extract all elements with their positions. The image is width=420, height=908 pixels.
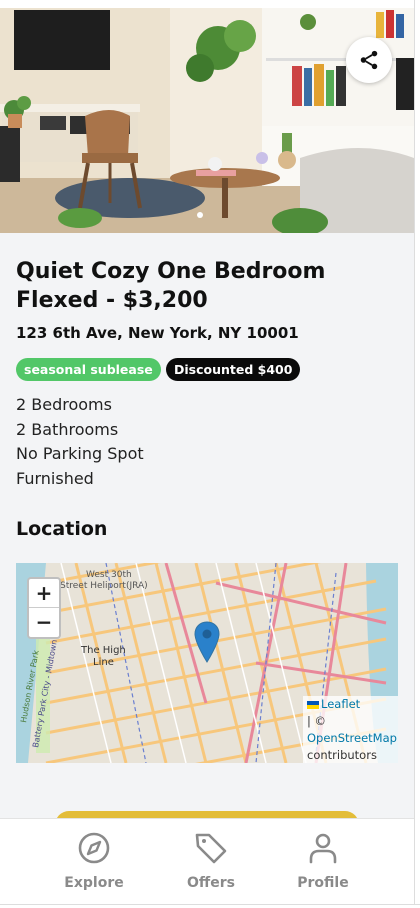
listing-address: 123 6th Ave, New York, NY 10001 — [16, 324, 299, 342]
share-icon — [360, 50, 378, 70]
app-screen: Quiet Cozy One Bedroom Flexed - $3,200 1… — [0, 0, 420, 908]
ukraine-flag-icon — [307, 700, 319, 709]
map-label-highline-1: The High — [80, 645, 126, 656]
feature-bedrooms: 2 Bedrooms — [16, 395, 112, 414]
nav-explore-label: Explore — [64, 875, 124, 891]
feature-parking: No Parking Spot — [16, 444, 144, 463]
attribution-separator: | © — [307, 714, 327, 728]
carousel-indicator[interactable] — [197, 212, 203, 218]
badge-seasonal-sublease: seasonal sublease — [16, 358, 161, 381]
map-label-west30: West 30th — [86, 570, 132, 580]
listing-title: Quiet Cozy One Bedroom Flexed - $3,200 — [16, 259, 326, 313]
listing-photo[interactable] — [0, 8, 414, 233]
attribution-contributors: contributors — [307, 748, 377, 762]
photo-illustration — [0, 8, 414, 233]
map-label-heliport: Street Heliport(JRA) — [60, 581, 148, 591]
top-edge — [0, 0, 420, 8]
leaflet-link[interactable]: Leaflet — [321, 697, 360, 711]
user-icon — [309, 833, 337, 864]
nav-offers-label: Offers — [187, 875, 235, 891]
feature-furnished: Furnished — [16, 468, 94, 488]
map-label-highline-2: Line — [93, 657, 114, 668]
map-attribution: Leaflet | © OpenStreetMap contributors — [303, 696, 398, 763]
nav-profile-label: Profile — [297, 875, 349, 891]
nav-explore[interactable]: Explore — [49, 831, 139, 891]
window-edge-right — [414, 0, 420, 908]
badge-discount: Discounted $400 — [166, 358, 301, 381]
map-pin-icon[interactable] — [194, 621, 220, 663]
window-edge-bottom — [0, 904, 420, 908]
zoom-in-button[interactable]: + — [29, 579, 59, 608]
nav-offers[interactable]: Offers — [166, 831, 256, 891]
feature-bathrooms: 2 Bathrooms — [16, 419, 119, 439]
map-zoom-control: + − — [27, 577, 61, 639]
zoom-out-button[interactable]: − — [29, 608, 59, 637]
location-heading: Location — [16, 518, 108, 540]
nav-profile[interactable]: Profile — [278, 831, 368, 891]
bottom-navigation: Explore Offers Profile — [0, 818, 414, 905]
compass-icon — [78, 832, 110, 864]
share-button[interactable] — [346, 37, 392, 83]
osm-link[interactable]: OpenStreetMap — [307, 730, 398, 747]
tag-icon — [195, 833, 227, 864]
feature-list: 2 Bedrooms 2 Bathrooms No Parking Spot F… — [16, 393, 144, 491]
